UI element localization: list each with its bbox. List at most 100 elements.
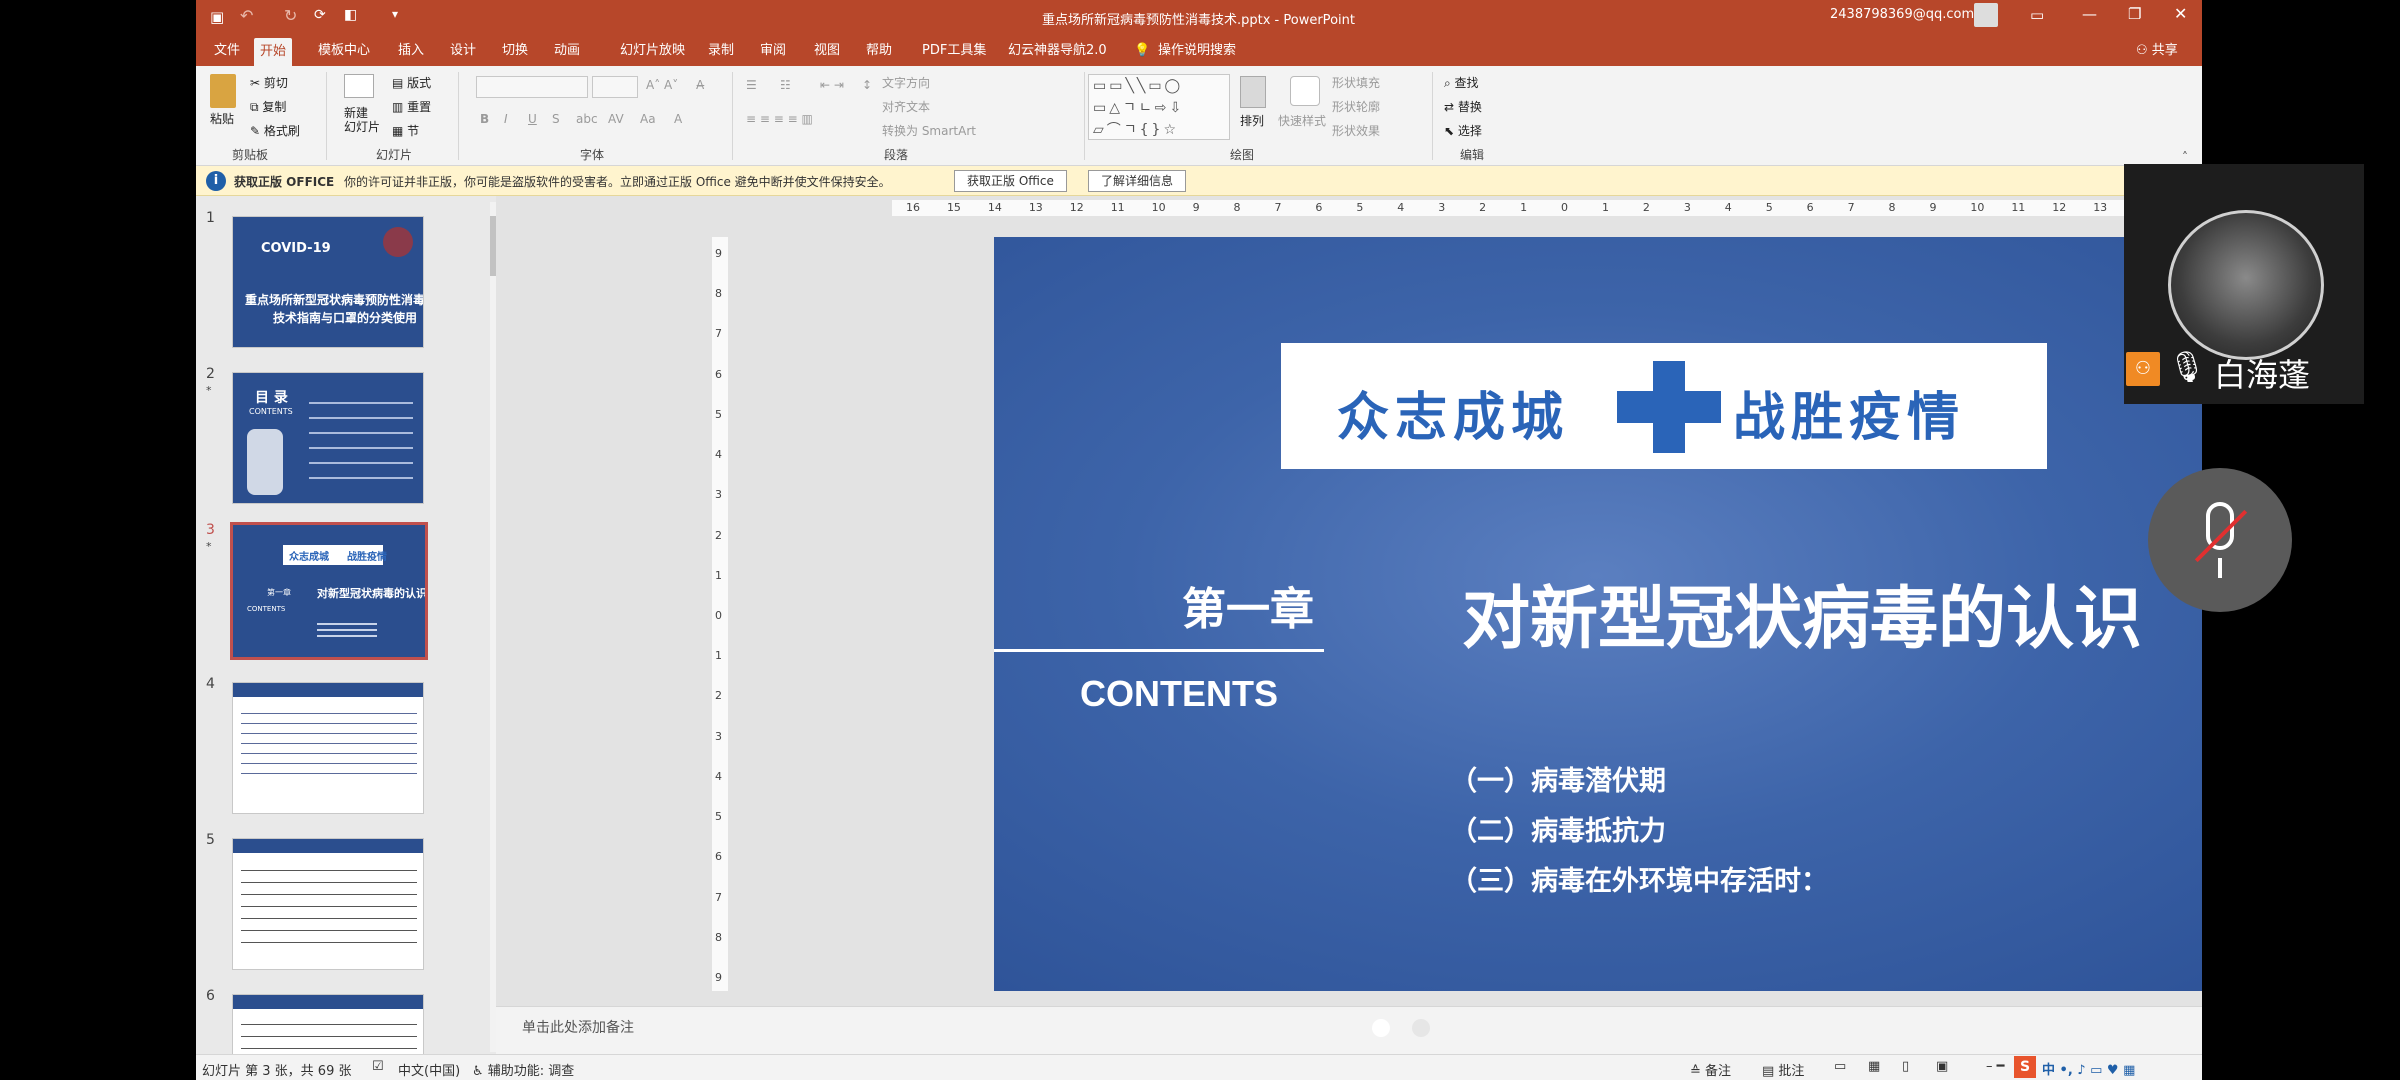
tab-template-center[interactable]: 模板中心 [312, 40, 376, 62]
align-text-button[interactable]: 对齐文本 [882, 98, 930, 115]
strikethrough-icon[interactable]: abc [576, 112, 598, 126]
tab-slideshow[interactable]: 幻灯片放映 [614, 40, 691, 62]
shape-effects-button[interactable]: 形状效果 [1332, 122, 1380, 139]
ribbon-display-icon[interactable]: ▭ [2030, 6, 2044, 24]
underline-icon[interactable]: U [528, 112, 537, 126]
sogou-ime-icon[interactable]: S [2014, 1056, 2036, 1078]
select-button[interactable]: ⬉ 选择 [1444, 122, 1482, 139]
close-icon[interactable]: ✕ [2174, 4, 2187, 23]
account-email[interactable]: 2438798369@qq.com [1830, 7, 1974, 22]
tell-me-search[interactable]: 操作说明搜索 [1152, 40, 1242, 62]
spellcheck-icon[interactable]: ☑ [372, 1059, 384, 1074]
thumb-number: 4 [206, 676, 215, 692]
slide-thumbnail-1[interactable]: COVID-19 重点场所新型冠状病毒预防性消毒 技术指南与口罩的分类使用 [232, 216, 424, 348]
notes-pane[interactable]: 单击此处添加备注 [496, 1006, 2202, 1054]
redo-icon[interactable]: ↻ [284, 6, 297, 25]
copy-button[interactable]: ⧉ 复制 [250, 98, 286, 115]
smartart-button[interactable]: 转换为 SmartArt [882, 122, 976, 139]
numbering-icon[interactable]: ☷ [780, 78, 791, 92]
slide-thumbnail-2[interactable]: 目 录 CONTENTS [232, 372, 424, 504]
shapes-gallery[interactable]: ▭▭╲╲▭◯ ▭△ㄱㄴ⇨⇩ ▱⌒ㄱ{}☆ [1088, 74, 1230, 140]
minimize-icon[interactable]: — [2082, 5, 2097, 23]
font-size-box[interactable] [592, 76, 638, 98]
slide-sorter-icon[interactable]: ▦ [1868, 1059, 1880, 1074]
tab-pdf-tools[interactable]: PDF工具集 [916, 40, 992, 62]
tab-huanyun[interactable]: 幻云神器导航2.0 [1002, 40, 1113, 62]
bold-icon[interactable]: B [480, 112, 489, 126]
reset-button[interactable]: ▥ 重置 [392, 98, 431, 115]
touch-mode-icon[interactable]: ◧ [344, 7, 357, 23]
arrange-icon[interactable] [1240, 76, 1266, 108]
save-icon[interactable]: ▣ [210, 8, 224, 26]
tab-review[interactable]: 审阅 [754, 40, 792, 62]
current-slide[interactable]: 众志成城 战胜疫情 第一章 CONTENTS 对新型冠状病毒的认识 （一）病毒潜… [994, 237, 2202, 991]
reading-view-icon[interactable]: ▯ [1902, 1059, 1909, 1074]
shadow-icon[interactable]: S [552, 112, 560, 126]
cut-button[interactable]: ✂ 剪切 [250, 74, 288, 91]
customize-toolbar-icon[interactable]: ▾ [392, 7, 398, 21]
paragraph-group-label: 段落 [884, 148, 909, 162]
tab-insert[interactable]: 插入 [392, 40, 430, 62]
tab-transitions[interactable]: 切换 [496, 40, 534, 62]
indent-icon[interactable]: ⇤ ⇥ [820, 78, 844, 92]
find-button[interactable]: ⌕ 查找 [1444, 74, 1479, 91]
spacing-icon[interactable]: AV [608, 112, 624, 126]
italic-icon[interactable]: I [504, 112, 508, 126]
format-painter-button[interactable]: ✎ 格式刷 [250, 122, 300, 139]
ruler-tick-label: 7 [1274, 201, 1282, 214]
restore-icon[interactable]: ❐ [2128, 5, 2141, 23]
align-icons[interactable]: ≡ ≡ ≡ ≡ ▥ [746, 112, 813, 126]
new-slide-button[interactable]: 新建 幻灯片 [344, 106, 380, 134]
layout-button[interactable]: ▤ 版式 [392, 74, 431, 91]
language-indicator[interactable]: 中文(中国) [398, 1060, 460, 1079]
shape-outline-button[interactable]: 形状轮廓 [1332, 98, 1380, 115]
shape-fill-button[interactable]: 形状填充 [1332, 74, 1380, 91]
slide-thumbnail-4[interactable] [232, 682, 424, 814]
font-name-box[interactable] [476, 76, 588, 98]
learn-more-button[interactable]: 了解详细信息 [1088, 170, 1187, 192]
arrange-button[interactable]: 排列 [1240, 112, 1264, 129]
start-from-beginning-icon[interactable]: ⟳ [314, 7, 326, 23]
format-painter-label: 格式刷 [263, 124, 300, 138]
tab-animations[interactable]: 动画 [548, 40, 586, 62]
undo-icon[interactable]: ↶ [240, 6, 253, 25]
zoom-slider[interactable]: – ━ [1986, 1059, 2004, 1074]
replace-button[interactable]: ⇄ 替换 [1444, 98, 1482, 115]
paste-button[interactable]: 粘贴 [210, 110, 234, 127]
comments-button[interactable]: ▤ 批注 [1762, 1060, 1804, 1079]
mute-toggle-button[interactable] [2148, 468, 2292, 612]
participant-video-tile[interactable]: ⚇ 🎙 白海蓬 [2124, 164, 2364, 404]
new-slide-icon[interactable] [344, 74, 374, 98]
normal-view-icon[interactable]: ▭ [1834, 1059, 1846, 1074]
accessibility-button[interactable]: ♿ 辅助功能: 调查 [472, 1060, 574, 1079]
text-direction-button[interactable]: 文字方向 [882, 74, 930, 91]
slide-thumbnail-5[interactable] [232, 838, 424, 970]
ruler-tick-label: 5 [1356, 201, 1364, 214]
tab-file[interactable]: 文件 [208, 40, 246, 62]
slide-thumbnail-6[interactable] [232, 994, 424, 1054]
font-grow-icon[interactable]: A˄ A˅ [646, 78, 678, 92]
tab-home[interactable]: 开始 [254, 38, 293, 66]
share-button[interactable]: ⚇ 共享 [2130, 40, 2184, 62]
ruler-tick-label: 8 [715, 930, 722, 944]
change-case-icon[interactable]: Aa [640, 112, 656, 126]
tab-design[interactable]: 设计 [444, 40, 482, 62]
collapse-ribbon-icon[interactable]: ˄ [2182, 150, 2188, 164]
avatar[interactable] [1974, 3, 1998, 27]
tab-help[interactable]: 帮助 [860, 40, 898, 62]
paste-icon[interactable] [210, 74, 236, 108]
line-spacing-icon[interactable]: ↕ [862, 78, 872, 92]
section-button[interactable]: ▦ 节 [392, 122, 419, 139]
slide-thumbnail-3[interactable]: 众志成城 战胜疫情 对新型冠状病毒的认识 第一章 CONTENTS [230, 522, 428, 660]
font-color-icon[interactable]: A [674, 112, 682, 126]
quick-styles-icon[interactable] [1290, 76, 1320, 106]
clear-format-icon[interactable]: A̶ [696, 78, 704, 92]
bullets-icon[interactable]: ☰ [746, 78, 757, 92]
get-genuine-button[interactable]: 获取正版 Office [954, 170, 1067, 192]
tab-record[interactable]: 录制 [702, 40, 740, 62]
tab-view[interactable]: 视图 [808, 40, 846, 62]
slideshow-view-icon[interactable]: ▣ [1936, 1059, 1948, 1074]
notes-button[interactable]: ≙ 备注 [1690, 1060, 1731, 1079]
quick-styles-button[interactable]: 快速样式 [1278, 112, 1326, 129]
ime-toolbar-icons[interactable]: 中 •, ♪ ▭ ♥ ▦ [2042, 1059, 2135, 1078]
